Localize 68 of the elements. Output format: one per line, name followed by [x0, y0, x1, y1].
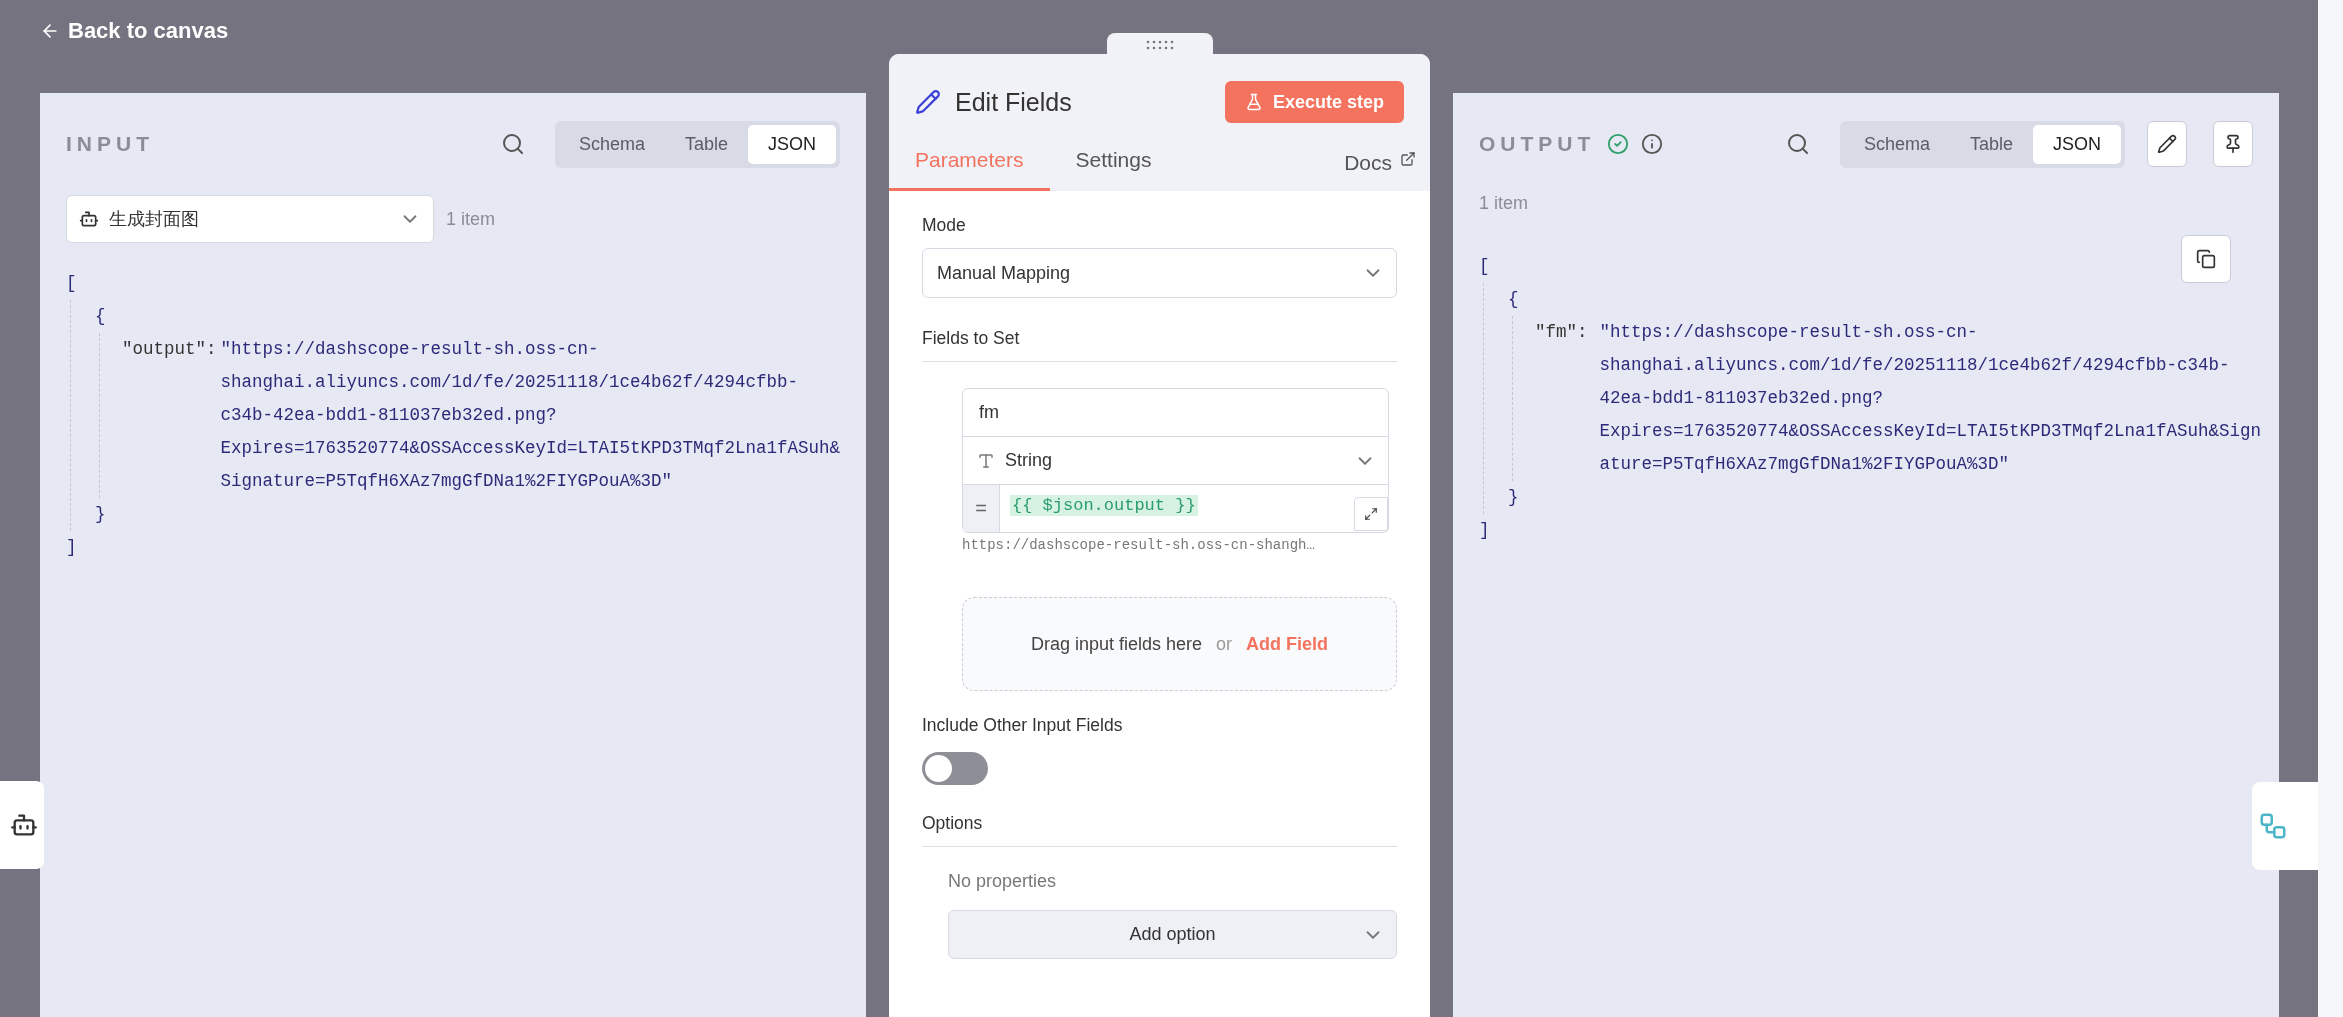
json-value: Signature=P5TqfH6XAz7mgGfDNa1%2FIYGPouA%3D" — [220, 470, 673, 493]
pin-icon — [2223, 134, 2243, 154]
toggle-switch[interactable] — [922, 752, 988, 785]
item-count: 1 item — [1479, 193, 1530, 214]
json-bracket: ] — [66, 536, 77, 559]
text-type-icon — [977, 451, 995, 470]
json-bracket: ] — [1479, 519, 1490, 542]
json-bracket: [ — [1479, 255, 1490, 278]
panel-title: OUTPUT — [1479, 132, 1596, 156]
json-value: "https://dashscope-result-sh.oss-cn- — [220, 338, 599, 361]
field-label: Include Other Input Fields — [922, 715, 1123, 735]
external-link-icon — [1400, 151, 1416, 167]
type-select[interactable]: String — [977, 449, 1388, 472]
json-value: "https://dashscope-result-sh.oss-cn- — [1599, 321, 1978, 344]
node-select[interactable]: 生成封面图 — [66, 195, 434, 243]
tab[interactable]: Settings — [1049, 148, 1178, 191]
json-value: ature=P5TqfH6XAz7mgGfDNa1%2FIYGPouA%3D" — [1599, 453, 2010, 476]
expand-button[interactable] — [1354, 497, 1388, 531]
json-value: shanghai.aliyuncs.com/1d/fe/20251118/1ce4b62f/4294cfbb-c34b- — [1599, 354, 2230, 377]
view-tab[interactable]: Schema — [558, 124, 665, 164]
pin-button[interactable] — [2213, 121, 2253, 167]
json-brace: } — [1508, 486, 1519, 509]
copy-button[interactable] — [2181, 235, 2231, 283]
view-tab[interactable]: JSON — [2033, 124, 2121, 164]
or-text: or — [1216, 633, 1233, 655]
info-icon — [1641, 133, 1664, 155]
pencil-icon — [915, 89, 941, 115]
view-tab[interactable]: Table — [664, 124, 748, 164]
empty-text: No properties — [948, 871, 1058, 892]
success-check-icon — [1607, 133, 1630, 155]
view-tab[interactable]: JSON — [748, 124, 836, 164]
json-brace: { — [1508, 288, 1519, 311]
drag-handle[interactable] — [1107, 33, 1213, 57]
json-key: "output": — [122, 333, 217, 498]
json-brace: } — [95, 503, 106, 526]
expand-icon — [1364, 507, 1378, 521]
branch-icon — [2258, 811, 2288, 841]
section-heading: Options — [922, 813, 1397, 847]
panel-title: INPUT — [66, 132, 154, 156]
json-value: shanghai.aliyuncs.com/1d/fe/20251118/1ce4b62f/4294cfbb- — [220, 371, 799, 394]
expression-sign: = — [963, 485, 1000, 532]
back-to-canvas-link[interactable]: Back to canvas — [40, 18, 229, 44]
section-heading: Fields to Set — [922, 328, 1397, 362]
json-value: Expires=1763520774&OSSAccessKeyId=LTAI5tKPD3TMqf2Lna1fASuh&Sign — [1599, 420, 2262, 443]
flask-icon — [1244, 93, 1263, 111]
expression-preview: https://dashscope-result-sh.oss-cn-shangh… — [962, 537, 1316, 553]
item-count: 1 item — [446, 208, 496, 230]
node-title: Edit Fields — [955, 87, 1072, 117]
field-name-input[interactable]: fm — [977, 401, 1388, 424]
mode-select[interactable]: Manual Mapping — [922, 248, 1397, 298]
view-tab[interactable]: Table — [1949, 124, 2033, 164]
edit-button[interactable] — [2147, 121, 2187, 167]
json-value: c34b-42ea-bdd1-811037eb32ed.png? — [220, 404, 557, 427]
field-label: Mode — [922, 215, 967, 236]
grip-icon — [1145, 40, 1175, 50]
json-value: 42ea-bdd1-811037eb32ed.png? — [1599, 387, 1884, 410]
add-option-button[interactable]: Add option — [948, 910, 1397, 959]
dropzone-text: Drag input fields here — [1030, 633, 1203, 655]
json-key: "fm": — [1535, 316, 1588, 481]
robot-icon — [79, 209, 99, 229]
copy-icon — [2196, 249, 2216, 269]
view-tab[interactable]: Schema — [1843, 124, 1950, 164]
pencil-icon — [2157, 134, 2177, 154]
docs-link[interactable]: Docs — [1344, 151, 1416, 191]
json-bracket: [ — [66, 272, 77, 295]
json-value: Expires=1763520774&OSSAccessKeyId=LTAI5tKPD3TMqf2Lna1fASuh& — [220, 437, 841, 460]
json-brace: { — [95, 305, 106, 328]
expression-value: {{ $json.output }} — [1010, 495, 1198, 516]
